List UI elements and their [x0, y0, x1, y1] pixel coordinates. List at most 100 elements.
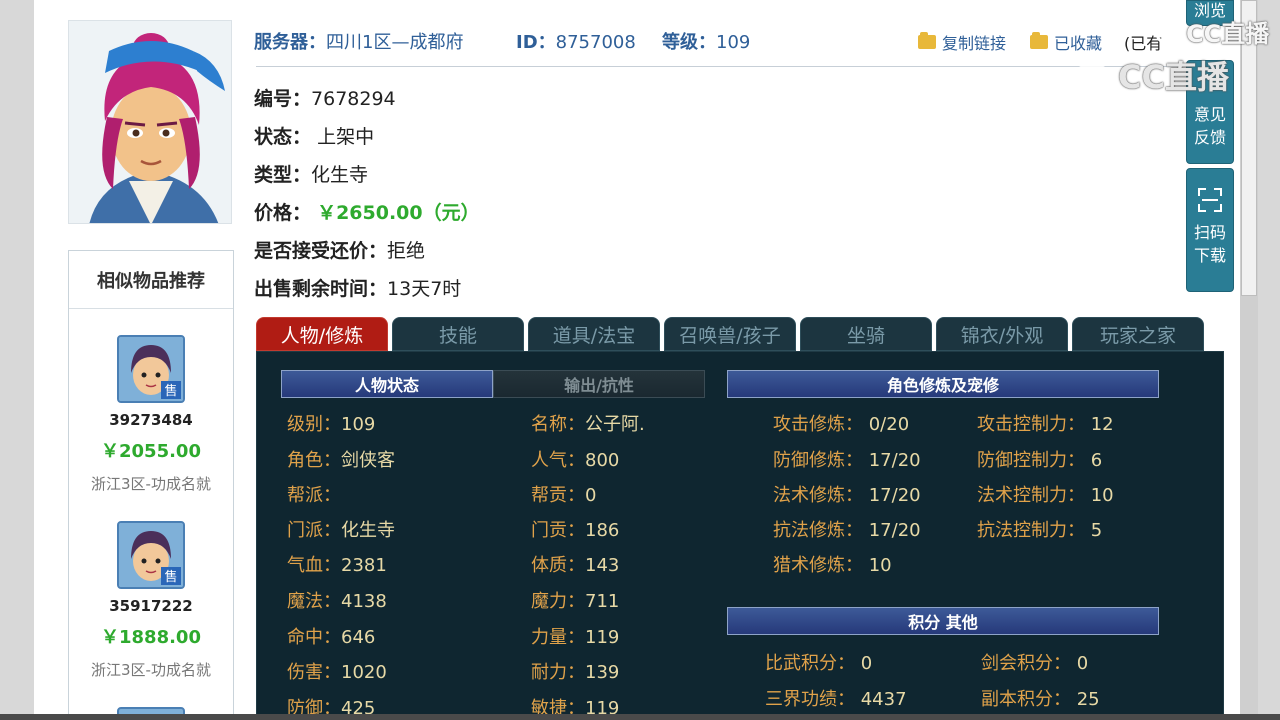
folder-icon	[918, 32, 936, 49]
bargain-row: 是否接受还价：拒绝	[254, 236, 425, 263]
stat-guild-contribution: 帮贡：0	[531, 485, 597, 506]
id-label: ID：	[516, 32, 556, 53]
stat-strength: 力量：119	[531, 627, 620, 648]
screen-bezel-left	[0, 0, 34, 720]
character-avatar	[68, 20, 232, 224]
copy-link-label: 复制链接	[942, 34, 1007, 53]
server-label: 服务器：	[254, 32, 326, 53]
points-sword: 剑会积分： 0	[981, 653, 1089, 674]
id-value: 8757008	[555, 32, 636, 53]
sale-badge: 售	[164, 569, 177, 585]
favorite-label: 已收藏	[1054, 34, 1103, 53]
similar-item-price: ￥1888.00	[101, 627, 201, 648]
tab-mounts[interactable]: 坐骑	[800, 317, 932, 351]
stat-guild: 帮派：	[287, 485, 341, 506]
cult-hunting: 猎术修炼： 10	[773, 555, 892, 576]
tab-home[interactable]: 玩家之家	[1072, 317, 1204, 351]
similar-items-title: 相似物品推荐	[69, 251, 233, 309]
section-cultivation: 角色修炼及宠修	[727, 370, 1159, 398]
number-row: 编号：7678294	[254, 84, 396, 111]
level-label: 等级：	[662, 32, 716, 53]
similar-item-id[interactable]: 39273484	[69, 411, 233, 429]
tab-summons[interactable]: 召唤兽/孩子	[664, 317, 796, 351]
similar-item-avatar[interactable]: 售	[117, 335, 185, 403]
stat-school: 门派：化生寺	[287, 520, 395, 541]
stat-role: 角色：剑侠客	[287, 450, 395, 471]
cc-live-watermark-small: CC直播	[1156, 14, 1269, 49]
similar-item-server: 浙江3区-功成名就	[91, 661, 211, 679]
character-panel: 人物状态 输出/抗性 角色修炼及宠修 积分 其他 级别：109 角色：剑侠客 帮…	[256, 351, 1224, 720]
bottom-bar	[0, 714, 1280, 720]
remaining-label: 出售剩余时间：	[254, 278, 388, 300]
feedback-label-1: 意见	[1193, 105, 1226, 124]
similar-item-price: ￥2055.00	[101, 441, 201, 462]
server-value: 四川1区—成都府	[326, 32, 464, 53]
remaining-value: 13天7时	[387, 278, 462, 300]
similar-item-avatar[interactable]: 售	[117, 521, 185, 589]
cult-attack: 攻击修炼： 0/20	[773, 414, 910, 435]
stat-magic: 魔力：711	[531, 591, 620, 612]
section-output-resist[interactable]: 输出/抗性	[493, 370, 705, 398]
cc-logo-icon	[1156, 25, 1182, 45]
type-label: 类型：	[254, 164, 312, 186]
price-label: 价格：	[254, 202, 312, 224]
tab-items[interactable]: 道具/法宝	[528, 317, 660, 351]
stat-name: 名称：公子阿.	[531, 414, 645, 435]
feedback-label-2: 反馈	[1193, 128, 1226, 147]
cult-resist: 抗法修炼： 17/20	[773, 520, 921, 541]
number-value: 7678294	[311, 88, 396, 110]
favorite-button[interactable]: 已收藏	[1030, 30, 1102, 54]
bargain-label: 是否接受还价：	[254, 240, 388, 262]
header-divider	[256, 66, 1186, 67]
number-label: 编号：	[254, 88, 312, 110]
remaining-row: 出售剩余时间：13天7时	[254, 274, 461, 301]
cc-live-watermark-large: CC直播	[1072, 52, 1229, 98]
stat-hit: 命中：646	[287, 627, 376, 648]
similar-item-server: 浙江3区-功成名就	[91, 475, 211, 493]
ctrl-resist: 抗法控制力： 5	[977, 520, 1103, 541]
qr-scan-icon	[1187, 187, 1233, 221]
copy-link-button[interactable]: 复制链接	[918, 30, 1006, 54]
section-points: 积分 其他	[727, 607, 1159, 635]
points-dungeon: 副本积分： 25	[981, 689, 1100, 710]
type-row: 类型：化生寺	[254, 160, 368, 187]
scan-download-button[interactable]: 扫码 下载	[1186, 168, 1234, 292]
level-info: 等级：109	[662, 28, 750, 54]
section-character-status[interactable]: 人物状态	[281, 370, 493, 398]
tab-outfits[interactable]: 锦衣/外观	[936, 317, 1068, 351]
folder-plus-icon	[1030, 32, 1048, 49]
price-row: 价格： ￥2650.00（元）	[254, 198, 480, 225]
similar-items-panel: 相似物品推荐 售 39273484 ￥2055.00 浙江3区-功成名就 售 3…	[68, 250, 234, 720]
type-value: 化生寺	[311, 164, 369, 186]
cc-logo-icon	[1072, 63, 1112, 95]
points-arena: 比武积分： 0	[765, 653, 873, 674]
scan-label-1: 扫码	[1193, 223, 1226, 242]
ctrl-magic: 法术控制力： 10	[977, 485, 1114, 506]
level-value: 109	[716, 32, 751, 53]
stat-constitution: 体质：143	[531, 555, 620, 576]
stat-damage: 伤害：1020	[287, 662, 387, 683]
server-info: 服务器：四川1区—成都府	[254, 28, 463, 54]
stat-popularity: 人气：800	[531, 450, 620, 471]
stat-school-contribution: 门贡：186	[531, 520, 620, 541]
price-value: ￥2650.00（元）	[317, 202, 480, 224]
ctrl-attack: 攻击控制力： 12	[977, 414, 1114, 435]
id-info: ID：8757008	[516, 28, 636, 54]
similar-item-id[interactable]: 35917222	[69, 597, 233, 615]
status-label: 状态：	[254, 126, 312, 148]
stat-mp: 魔法：4138	[287, 591, 387, 612]
ctrl-defense: 防御控制力： 6	[977, 450, 1103, 471]
stat-endurance: 耐力：139	[531, 662, 620, 683]
sale-badge: 售	[164, 383, 177, 399]
status-row: 状态： 上架中	[254, 122, 374, 149]
stat-hp: 气血：2381	[287, 555, 387, 576]
product-detail-page: 服务器：四川1区—成都府 ID：8757008 等级：109 复制链接 已收藏 …	[34, 0, 1240, 720]
stat-level: 级别：109	[287, 414, 376, 435]
tab-character[interactable]: 人物/修炼	[256, 317, 388, 351]
points-merit: 三界功绩： 4437	[765, 689, 907, 710]
bargain-value: 拒绝	[387, 240, 426, 262]
cult-magic: 法术修炼： 17/20	[773, 485, 921, 506]
tab-skills[interactable]: 技能	[392, 317, 524, 351]
cult-defense: 防御修炼： 17/20	[773, 450, 921, 471]
scan-label-2: 下载	[1193, 246, 1226, 265]
